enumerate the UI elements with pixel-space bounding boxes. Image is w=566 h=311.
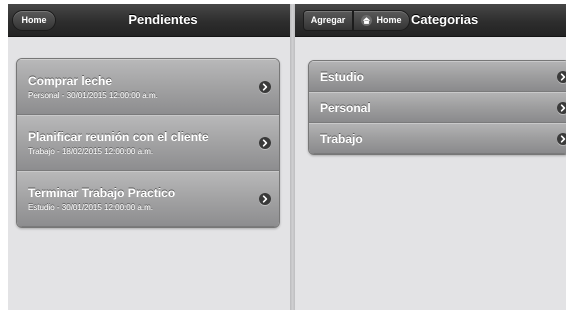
category-label: Estudio (320, 70, 364, 84)
category-label: Personal (320, 101, 371, 115)
home-icon (361, 15, 373, 26)
item-title: Comprar leche (28, 74, 113, 88)
page-title: Categorias (411, 12, 479, 27)
home-button-label: Home (376, 15, 402, 25)
categories-pane: Agregar Home Categorias Estudio Personal (295, 4, 566, 310)
category-item[interactable]: Trabajo (309, 123, 566, 154)
pending-header: Home Pendientes (8, 4, 290, 37)
item-subtitle: Estudio - 30/01/2015 12:00:00 a.m. (28, 203, 153, 212)
category-list: Estudio Personal Trabajo (308, 60, 566, 155)
item-title: Planificar reunión con el cliente (28, 130, 209, 144)
categories-header: Agregar Home Categorias (295, 4, 566, 37)
pending-list: Comprar leche Personal - 30/01/2015 12:0… (16, 58, 280, 228)
home-button[interactable]: Home (353, 10, 410, 31)
category-label: Trabajo (320, 132, 363, 146)
chevron-right-icon (557, 132, 566, 145)
chevron-right-icon (259, 81, 271, 93)
add-button[interactable]: Agregar (303, 10, 353, 31)
list-item[interactable]: Comprar leche Personal - 30/01/2015 12:0… (17, 59, 279, 115)
chevron-right-icon (259, 193, 271, 205)
item-title: Terminar Trabajo Practico (28, 186, 176, 200)
item-subtitle: Trabajo - 18/02/2015 12:00:00 a.m. (28, 147, 154, 156)
list-item[interactable]: Planificar reunión con el cliente Trabaj… (17, 115, 279, 171)
page-title: Pendientes (128, 12, 198, 27)
chevron-right-icon (557, 70, 566, 83)
category-item[interactable]: Estudio (309, 61, 566, 92)
list-item[interactable]: Terminar Trabajo Practico Estudio - 30/0… (17, 171, 279, 227)
item-subtitle: Personal - 30/01/2015 12:00:00 a.m. (28, 91, 158, 100)
category-item[interactable]: Personal (309, 92, 566, 123)
pending-pane: Home Pendientes Comprar leche Personal -… (8, 4, 290, 310)
app-stage: Home Pendientes Comprar leche Personal -… (0, 0, 566, 311)
chevron-right-icon (557, 101, 566, 114)
chevron-right-icon (259, 137, 271, 149)
header-button-group: Agregar Home (303, 10, 410, 31)
